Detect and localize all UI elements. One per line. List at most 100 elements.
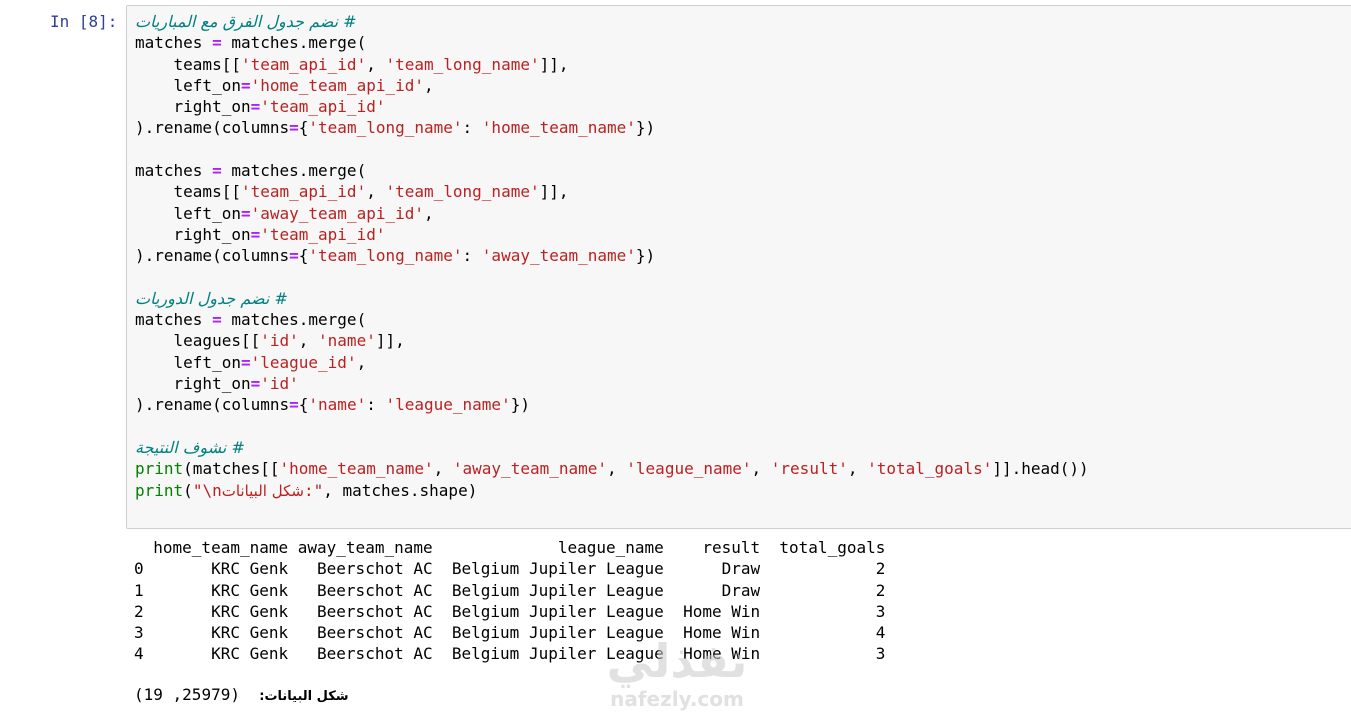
code-text: , [366,54,386,74]
code-line: matches = matches.merge( [135,309,1089,330]
string-token: 'total_goals' [867,459,993,479]
code-text: (matches[[ [183,459,280,479]
code-text: , [607,459,627,479]
string-token: 'league_id' [250,352,357,372]
operator-token: = [240,352,251,372]
output-table-row: 2 KRC Genk Beerschot AC Belgium Jupiler … [134,601,886,621]
code-line: # نشوف النتيجة [135,437,1089,458]
code-line: left_on='home_team_api_id', [135,75,1089,96]
code-text: }) [510,395,530,415]
string-token: 'team_long_name' [308,118,463,138]
code-line: # نضم جدول الفرق مع المباريات [135,11,1089,32]
code-line: teams[['team_api_id', 'team_long_name']]… [135,54,1089,75]
shape-label: شكل البيانات: [259,689,349,704]
code-text: ]].head()) [992,459,1089,479]
code-text: , [847,459,868,479]
code-text: , [751,459,771,479]
code-line: ).rename(columns={'team_long_name': 'awa… [135,245,1089,266]
code-text: }) [635,118,656,138]
code-text: { [298,395,309,415]
code-text: , [433,459,453,479]
comment-token: # نشوف النتيجة [135,437,245,457]
code-text: left_on [135,75,241,95]
string-token: شكل البيانات [221,481,304,500]
code-text: { [298,118,309,138]
string-token: 'team_api_id' [260,97,386,117]
operator-token: = [250,224,261,244]
output-table-row: 0 KRC Genk Beerschot AC Belgium Jupiler … [134,559,886,579]
code-text: ).rename(columns [135,395,290,415]
string-token: :" [303,480,324,500]
code-line: leagues[['id', 'name']], [135,330,1089,351]
string-token: 'name' [308,395,367,415]
string-token: 'home_team_name' [279,459,434,479]
code-text: }) [635,246,656,266]
code-text: teams[[ [135,182,241,202]
string-token: 'away_team_name' [452,459,608,479]
code-text: right_on [135,374,251,394]
code-line: right_on='team_api_id' [135,96,1089,117]
code-line: left_on='away_team_api_id', [135,203,1089,224]
string-token: 'team_long_name' [385,54,540,74]
code-text: matches.merge( [221,310,367,330]
operator-token: = [289,246,299,266]
code-text: ( [183,480,193,500]
operator-token: = [289,395,299,415]
keyword-token: print [135,459,184,479]
code-text: ]], [539,182,569,202]
watermark-url: nafezly.com [610,687,744,711]
output-table-header: home_team_name away_team_name league_nam… [134,538,886,557]
operator-token: = [212,161,222,181]
code-text: leagues[[ [135,331,261,351]
code-cell[interactable]: # نضم جدول الفرق مع المباريات matches = m… [126,5,1351,529]
code-line: print("\nشكل البيانات:", matches.shape) [135,480,1089,501]
code-text: ).rename(columns [135,246,290,266]
cell-output: home_team_name away_team_name league_nam… [134,537,885,665]
code-text: , [424,75,434,95]
string-token: 'home_team_name' [481,118,636,138]
code-text: : [462,118,482,138]
code-text: matches.merge( [221,161,367,181]
shape-value: (25979, 19) [134,685,240,704]
operator-token: = [240,203,251,223]
code-text: matches [135,161,213,181]
keyword-token: print [135,480,184,500]
string-token: 'name' [318,331,376,351]
code-text: : [366,395,386,415]
string-token: 'team_long_name' [385,182,540,202]
operator-token: = [212,33,222,53]
code-text: left_on [135,203,241,223]
code-text: ]], [375,331,405,351]
code-text: right_on [135,224,251,244]
comment-token: # نضم جدول الدوريات [135,288,288,308]
string-token: 'id' [260,331,299,351]
code-line: ).rename(columns={'team_long_name': 'hom… [135,117,1089,138]
code-line: matches = matches.merge( [135,160,1089,181]
operator-token: = [250,97,261,117]
output-table-row: 1 KRC Genk Beerschot AC Belgium Jupiler … [134,580,886,600]
code-text: , [366,182,386,202]
code-text: ).rename(columns [135,118,290,138]
code-text: , [298,331,319,351]
comment-token: # نضم جدول الفرق مع المباريات [135,12,357,31]
string-token: 'away_team_api_id' [250,203,424,223]
string-token: 'home_team_api_id' [250,75,424,95]
operator-token: = [240,75,251,95]
code-text: ]], [539,54,569,74]
code-editor[interactable]: # نضم جدول الفرق مع المباريات matches = m… [135,11,1089,501]
code-text: , matches.shape) [323,480,478,500]
code-line: # نضم جدول الدوريات [135,288,1089,309]
string-token: 'team_long_name' [308,246,463,266]
string-token: 'league_name' [626,459,752,479]
string-token: 'away_team_name' [481,246,636,266]
operator-token: = [212,310,222,330]
string-token: 'league_name' [385,395,511,415]
code-text: matches [135,310,213,330]
string-token: "\n [192,480,222,500]
code-text: , [356,352,367,372]
code-line: print(matches[['home_team_name', 'away_t… [135,458,1089,479]
code-text: , [424,203,434,223]
